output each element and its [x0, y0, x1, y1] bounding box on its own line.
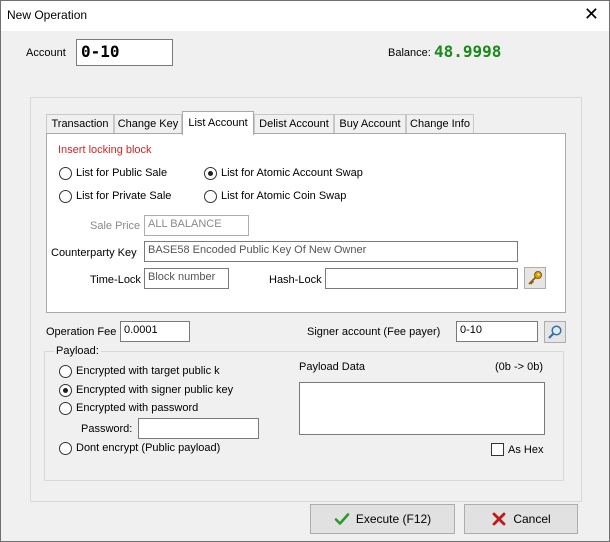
search-glyph [548, 325, 562, 339]
radio-encrypt-target-key[interactable]: Encrypted with target public k [59, 363, 220, 379]
tab-label: Change Key [117, 118, 179, 130]
time-lock-input[interactable]: Block number [144, 268, 229, 289]
radio-label: Encrypted with password [76, 402, 199, 414]
signer-account-input[interactable]: 0-10 [456, 321, 538, 342]
hash-lock-label: Hash-Lock [269, 274, 322, 286]
key-glyph [528, 271, 542, 285]
radio-label: Encrypted with target public k [76, 365, 220, 377]
checkbox-label: As Hex [508, 443, 544, 456]
radio-label: Dont encrypt (Public payload) [76, 442, 221, 454]
password-label: Password: [81, 423, 133, 435]
payload-data-label: Payload Data [299, 361, 366, 373]
operation-fee-input[interactable]: 0.0001 [120, 321, 190, 342]
radio-indicator [59, 383, 72, 397]
tab-label: List Account [188, 117, 248, 129]
window-title: New Operation [7, 8, 88, 22]
execute-label: Execute (F12) [355, 512, 432, 526]
counterparty-key-input[interactable]: BASE58 Encoded Public Key Of New Owner [144, 241, 518, 262]
payload-size-label: (0b -> 0b) [495, 361, 543, 373]
radio-label: List for Atomic Account Swap [221, 167, 363, 179]
execute-button[interactable]: Execute (F12) [310, 504, 455, 534]
sale-price-input[interactable]: ALL BALANCE [144, 215, 249, 236]
radio-private-sale[interactable]: List for Private Sale [59, 188, 171, 204]
tab-delist-account[interactable]: Delist Account [254, 114, 334, 134]
account-input[interactable]: 0-10 [76, 39, 173, 66]
tab-buy-account[interactable]: Buy Account [334, 114, 406, 134]
radio-encrypt-signer-key[interactable]: Encrypted with signer public key [59, 382, 233, 398]
radio-encrypt-password[interactable]: Encrypted with password [59, 400, 198, 416]
tab-change-info[interactable]: Change Info [406, 114, 474, 134]
tab-label: Delist Account [259, 118, 329, 130]
radio-atomic-account-swap[interactable]: List for Atomic Account Swap [204, 165, 363, 181]
hash-lock-input[interactable] [325, 268, 518, 289]
radio-label: List for Public Sale [76, 167, 168, 179]
balance-label: Balance: [388, 47, 431, 59]
account-label: Account [26, 47, 66, 59]
checkmark-icon [334, 511, 350, 527]
radio-indicator [59, 441, 72, 455]
operation-fee-label: Operation Fee [46, 326, 117, 338]
cancel-label: Cancel [513, 512, 551, 526]
radio-indicator [204, 166, 217, 180]
payload-data-textarea[interactable] [299, 382, 545, 435]
checkbox-indicator [491, 443, 504, 456]
radio-indicator [204, 189, 217, 203]
key-icon[interactable] [524, 267, 546, 289]
radio-indicator [59, 189, 72, 203]
close-icon[interactable]: ✕ [584, 4, 599, 24]
password-input[interactable] [138, 418, 259, 439]
cancel-button[interactable]: Cancel [464, 504, 578, 534]
radio-label: List for Private Sale [76, 190, 172, 202]
time-lock-label: Time-Lock [90, 274, 141, 286]
title-bar: New Operation ✕ [1, 1, 609, 31]
signer-account-label: Signer account (Fee payer) [307, 326, 441, 338]
radio-label: Encrypted with signer public key [76, 384, 234, 396]
radio-dont-encrypt[interactable]: Dont encrypt (Public payload) [59, 440, 220, 456]
as-hex-checkbox[interactable]: As Hex [491, 443, 543, 456]
tab-label: Transaction [51, 118, 109, 130]
new-operation-window: New Operation ✕ Account 0-10 Balance: 48… [0, 0, 610, 542]
radio-indicator [59, 166, 72, 180]
cross-icon [491, 511, 507, 527]
counterparty-key-label: Counterparty Key [51, 247, 137, 259]
tab-transaction[interactable]: Transaction [46, 114, 114, 134]
tab-change-key[interactable]: Change Key [114, 114, 182, 134]
radio-label: List for Atomic Coin Swap [221, 190, 347, 202]
tab-label: Change Info [410, 118, 470, 130]
radio-public-sale[interactable]: List for Public Sale [59, 165, 167, 181]
tab-list-account[interactable]: List Account [182, 111, 254, 135]
radio-indicator [59, 401, 72, 415]
search-icon[interactable] [544, 321, 566, 343]
tab-label: Buy Account [339, 118, 401, 130]
payload-group-label: Payload: [54, 345, 101, 357]
section-title: Insert locking block [58, 144, 152, 156]
balance-value: 48.9998 [434, 42, 502, 61]
radio-atomic-coin-swap[interactable]: List for Atomic Coin Swap [204, 188, 346, 204]
radio-indicator [59, 364, 72, 378]
sale-price-label: Sale Price [90, 220, 141, 232]
